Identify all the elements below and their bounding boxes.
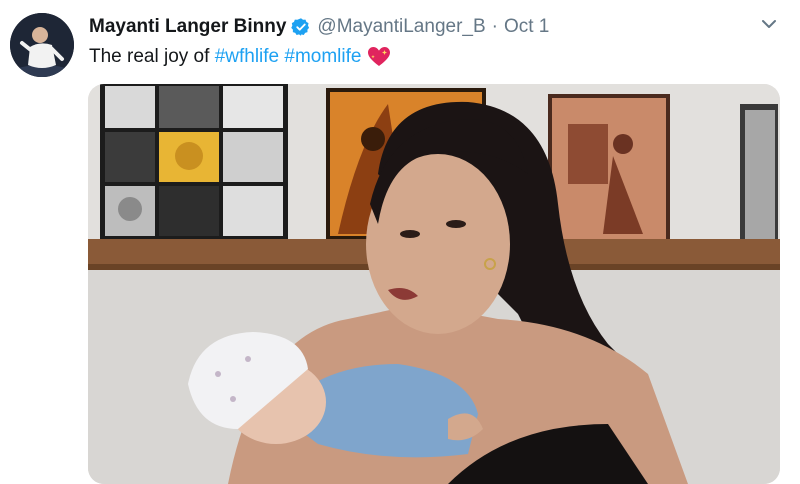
avatar[interactable] (10, 13, 74, 77)
tweet-text-plain: The real joy of (89, 46, 210, 67)
tweet-photo[interactable] (88, 84, 780, 484)
verified-badge-icon (291, 17, 311, 37)
framed-art-right (740, 104, 778, 249)
user-handle[interactable]: @MayantiLanger_B (317, 16, 485, 38)
tweet-header: Mayanti Langer Binny @MayantiLanger_B · … (89, 15, 549, 39)
framed-art-musician (548, 94, 670, 246)
separator-dot: · (491, 16, 498, 37)
hashtag-momlife[interactable]: #momlife (284, 46, 361, 68)
hashtag-wfhlife[interactable]: #wfhlife (215, 46, 279, 68)
display-name[interactable]: Mayanti Langer Binny (89, 16, 286, 38)
tweet-text: The real joy of #wfhlife #momlife (89, 44, 391, 70)
tweet-date[interactable]: Oct 1 (504, 16, 549, 38)
framed-art-left (100, 84, 288, 239)
sparkling-heart-icon (367, 46, 391, 68)
chevron-down-icon[interactable] (758, 13, 780, 35)
